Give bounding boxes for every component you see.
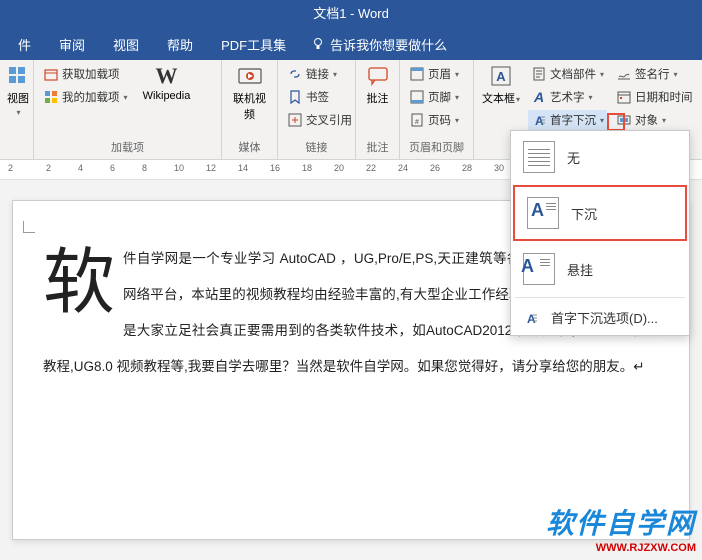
wikipedia-button[interactable]: W Wikipedia: [137, 64, 197, 102]
pagenum-icon: #: [409, 112, 425, 128]
footer-button[interactable]: 页脚▾: [406, 87, 462, 107]
footer-icon: [409, 89, 425, 105]
dropcap-margin-icon: A: [523, 253, 555, 285]
calendar-icon: [616, 89, 632, 105]
dropcap-option-none[interactable]: 无: [511, 131, 689, 183]
menu-tab-0[interactable]: 件: [4, 29, 45, 60]
watermark-sub: WWW.RJZXW.COM: [546, 542, 696, 554]
dropcap-settings-icon: A: [523, 310, 539, 326]
link-button[interactable]: 链接▾: [284, 64, 355, 84]
views-button[interactable]: 视图▾: [6, 64, 30, 118]
pagenum-button[interactable]: # 页码▾: [406, 110, 462, 130]
tell-me-label: 告诉我你想要做什么: [330, 35, 447, 54]
svg-text:#: #: [415, 119, 419, 126]
comments-group-label: 批注: [362, 137, 393, 157]
bookmark-icon: [287, 89, 303, 105]
bookmark-button[interactable]: 书签: [284, 87, 355, 107]
video-icon: [238, 64, 262, 88]
dropcap-icon: A: [531, 112, 547, 128]
menu-tab-view[interactable]: 视图: [99, 29, 153, 60]
crossref-button[interactable]: 交叉引用: [284, 110, 355, 130]
signature-icon: [616, 66, 632, 82]
crossref-icon: [287, 112, 303, 128]
dropdown-separator: [515, 297, 685, 298]
menu-bar: 件 审阅 视图 帮助 PDF工具集 告诉我你想要做什么: [0, 28, 702, 60]
comment-button[interactable]: 批注: [362, 64, 393, 106]
online-video-button[interactable]: 联机视频: [228, 64, 271, 122]
tell-me-search[interactable]: 告诉我你想要做什么: [300, 29, 457, 60]
dropcap-option-dropped[interactable]: A 下沉: [513, 185, 687, 241]
svg-text:A: A: [535, 114, 544, 128]
grid-icon: [6, 64, 30, 88]
header-button[interactable]: 页眉▾: [406, 64, 462, 84]
dropcap-option-margin[interactable]: A 悬挂: [511, 243, 689, 295]
dropcap-dropdown: 无 A 下沉 A 悬挂 A 首字下沉选项(D)...: [510, 130, 690, 336]
signature-button[interactable]: 签名行▾: [613, 64, 696, 84]
datetime-button[interactable]: 日期和时间: [613, 87, 696, 107]
addins-group-label: 加载项: [40, 137, 215, 157]
dropcap-button[interactable]: A 首字下沉▾: [528, 110, 607, 130]
link-icon: [287, 66, 303, 82]
textbox-icon: A: [489, 64, 513, 88]
textbox-button[interactable]: A 文本框▾: [480, 64, 522, 106]
header-icon: [409, 66, 425, 82]
svg-text:A: A: [496, 69, 506, 84]
watermark-main: 软件自学网: [546, 502, 696, 542]
store-icon: [43, 66, 59, 82]
wordart-icon: A: [531, 89, 547, 105]
menu-tab-help[interactable]: 帮助: [153, 29, 207, 60]
watermark: 软件自学网 WWW.RJZXW.COM: [546, 502, 696, 554]
menu-tab-pdf[interactable]: PDF工具集: [207, 29, 300, 60]
window-title: 文档1 - Word: [313, 6, 389, 21]
dropcap-dropped-icon: A: [527, 197, 559, 229]
links-group-label: 链接: [284, 137, 349, 157]
dropcap-options-link[interactable]: A 首字下沉选项(D)...: [511, 300, 689, 335]
doc-parts-button[interactable]: 文档部件▾: [528, 64, 607, 84]
dropcap-none-icon: [523, 141, 555, 173]
svg-text:A: A: [527, 312, 536, 326]
bulb-icon: [310, 36, 326, 52]
media-group-label: 媒体: [228, 137, 271, 157]
addins-icon: [43, 89, 59, 105]
dropcap-dropdown-arrow[interactable]: ▾: [600, 116, 604, 125]
wikipedia-icon: W: [155, 64, 179, 88]
object-icon: [616, 112, 632, 128]
my-addins-button[interactable]: 我的加载项▾: [40, 87, 131, 107]
margin-marker: [23, 221, 35, 233]
comment-icon: [366, 64, 390, 88]
drop-cap: 软: [43, 247, 115, 319]
title-bar: 文档1 - Word: [0, 0, 702, 28]
object-button[interactable]: 对象▾: [613, 110, 696, 130]
wordart-button[interactable]: A 艺术字▾: [528, 87, 607, 107]
hf-group-label: 页眉和页脚: [406, 137, 467, 157]
parts-icon: [531, 66, 547, 82]
menu-tab-review[interactable]: 审阅: [45, 29, 99, 60]
get-addins-button[interactable]: 获取加载项: [40, 64, 131, 84]
